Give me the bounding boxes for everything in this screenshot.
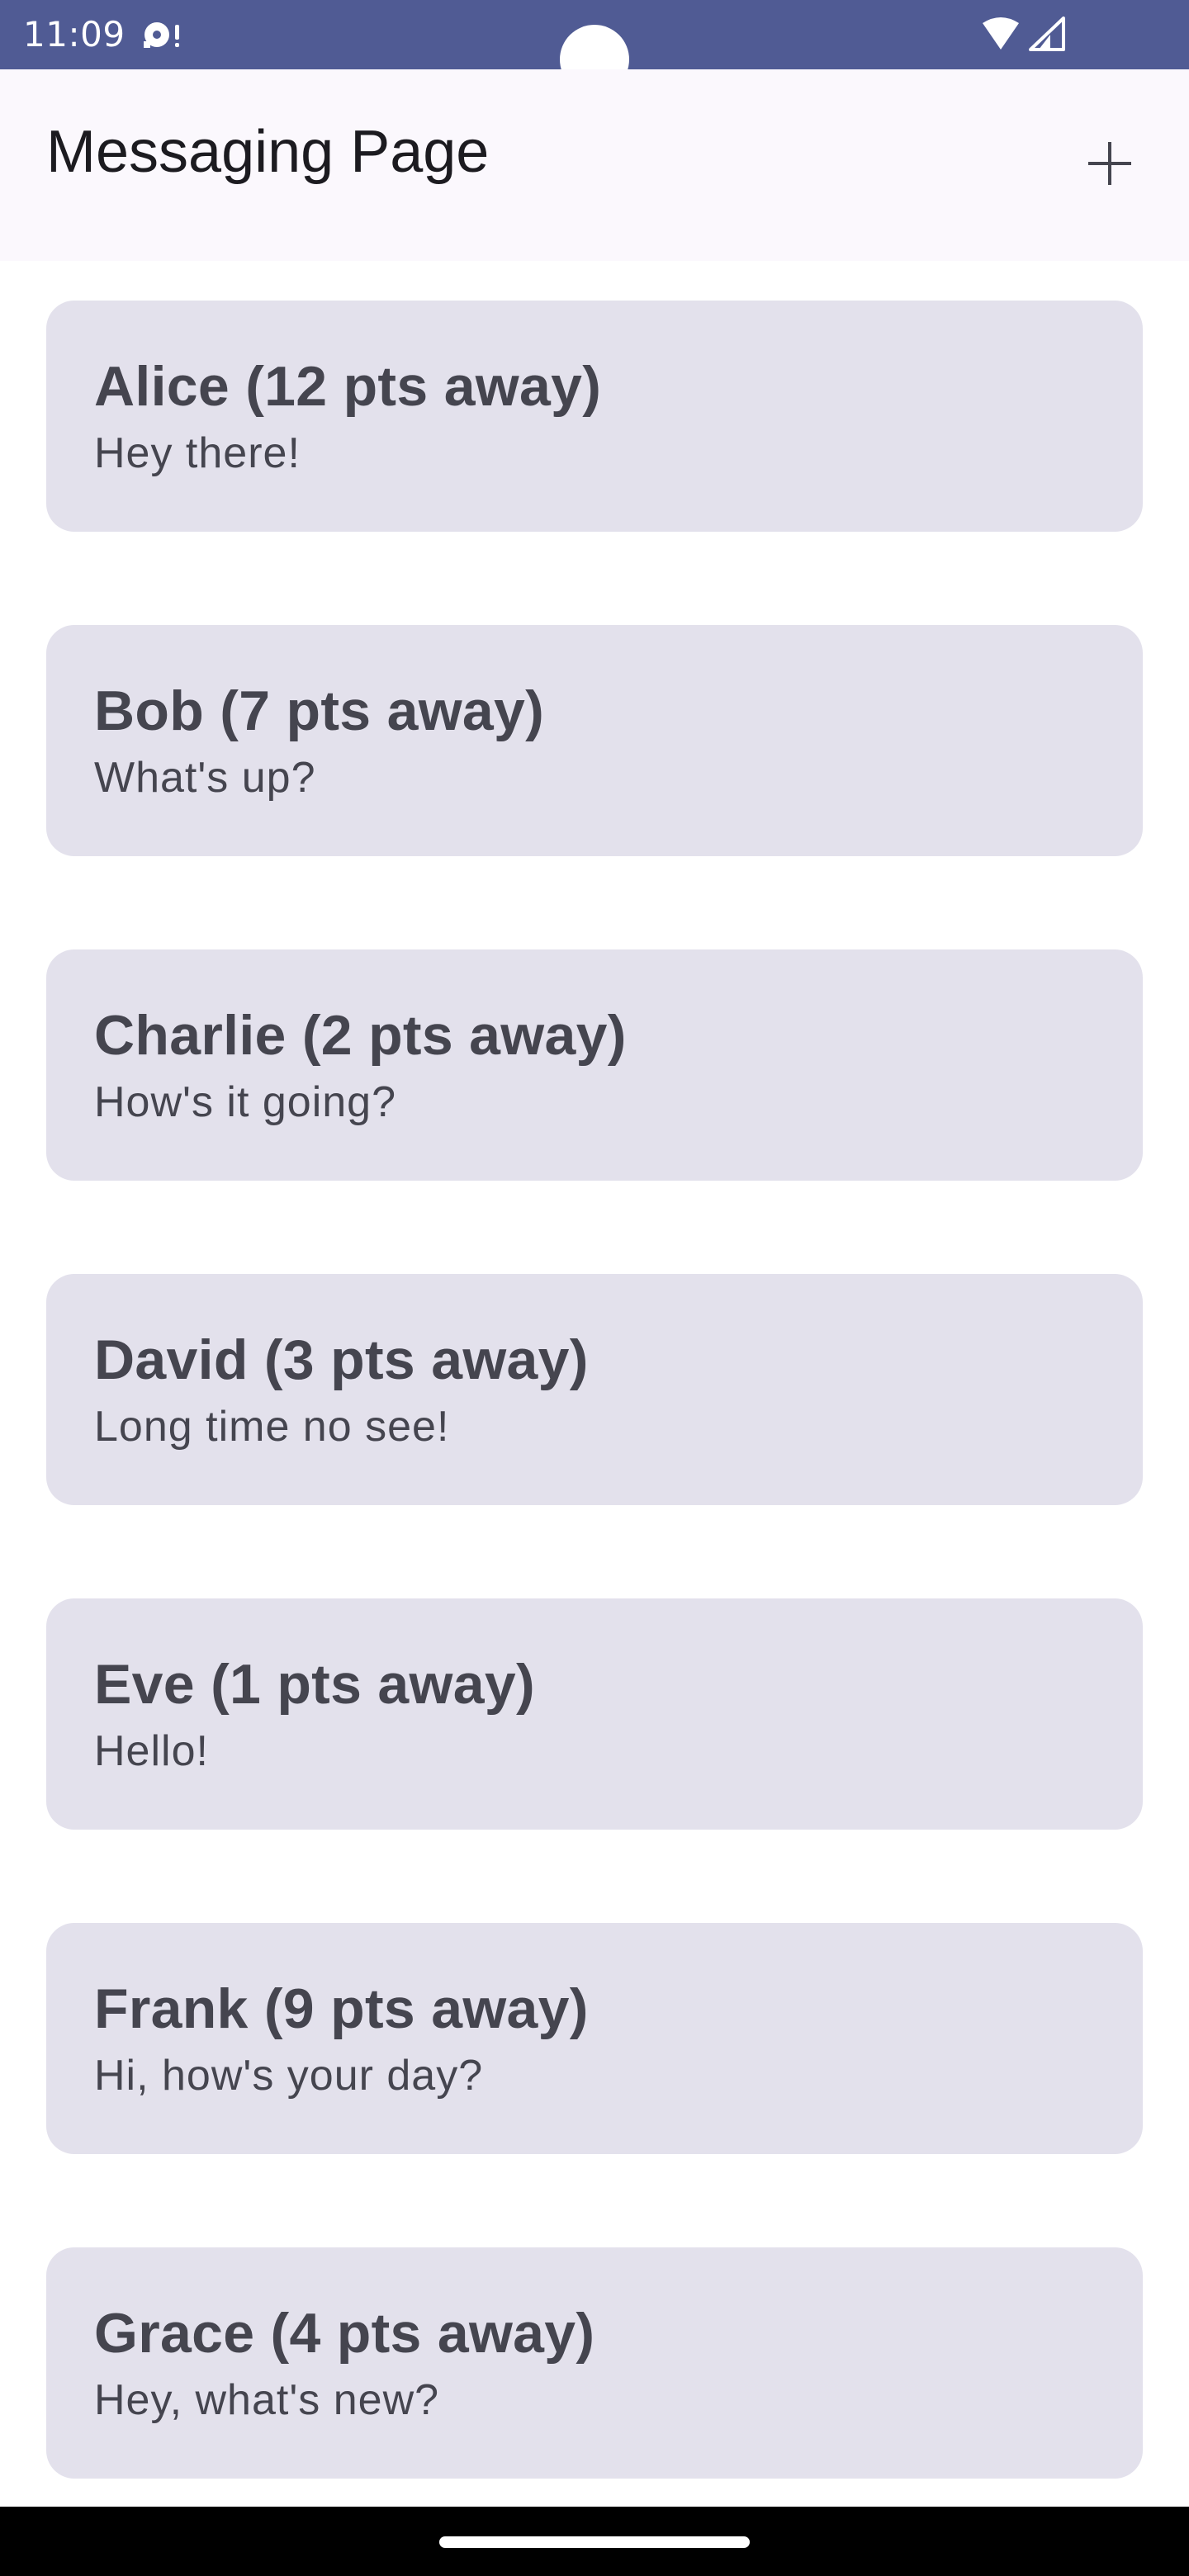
top-app-bar: Messaging Page	[0, 69, 1189, 261]
conversation-message: What's up?	[94, 754, 316, 802]
conversation-message: Hi, how's your day?	[94, 2052, 484, 2100]
conversation-list[interactable]: Alice (12 pts away) Hey there! Bob (7 pt…	[46, 301, 1143, 2572]
conversation-card[interactable]: Alice (12 pts away) Hey there!	[46, 301, 1143, 532]
conversation-name: Charlie (2 pts away)	[94, 1004, 627, 1067]
conversation-card[interactable]: David (3 pts away) Long time no see!	[46, 1274, 1143, 1505]
conversation-card[interactable]: Grace (4 pts away) Hey, what's new?	[46, 2247, 1143, 2479]
conversation-card[interactable]: Bob (7 pts away) What's up?	[46, 625, 1143, 856]
conversation-message: Hello!	[94, 1727, 209, 1775]
conversation-name: Frank (9 pts away)	[94, 1977, 589, 2040]
wifi-icon	[981, 17, 1021, 51]
conversation-message: Hey, what's new?	[94, 2376, 440, 2424]
home-gesture-handle[interactable]	[439, 2536, 750, 2548]
plus-icon	[1087, 140, 1133, 190]
conversation-name: Bob (7 pts away)	[94, 680, 545, 742]
conversation-name: David (3 pts away)	[94, 1328, 589, 1391]
conversation-name: Grace (4 pts away)	[94, 2302, 595, 2365]
conversation-card[interactable]: Eve (1 pts away) Hello!	[46, 1598, 1143, 1830]
conversation-message: Hey there!	[94, 429, 301, 477]
conversation-name: Alice (12 pts away)	[94, 355, 602, 418]
conversation-card[interactable]: Frank (9 pts away) Hi, how's your day?	[46, 1923, 1143, 2154]
page-title: Messaging Page	[46, 119, 490, 185]
conversation-message: How's it going?	[94, 1078, 396, 1126]
conversation-name: Eve (1 pts away)	[94, 1653, 535, 1716]
navigation-bar	[0, 2507, 1189, 2576]
add-conversation-button[interactable]	[1070, 125, 1149, 205]
signal-icon	[1027, 17, 1067, 51]
conversation-message: Long time no see!	[94, 1403, 450, 1451]
status-bar: 11:09	[0, 0, 1189, 94]
conversation-card[interactable]: Charlie (2 pts away) How's it going?	[46, 949, 1143, 1181]
status-time: 11:09	[23, 14, 126, 54]
notification-icon	[140, 17, 185, 53]
